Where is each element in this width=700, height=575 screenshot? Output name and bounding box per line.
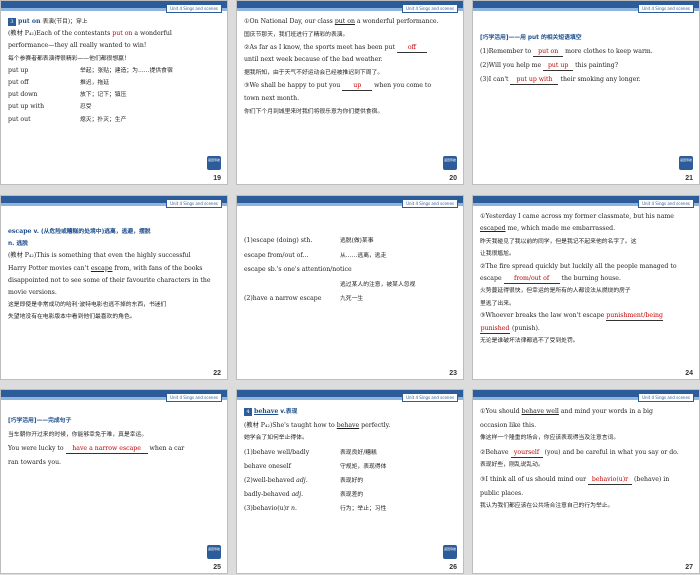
page-number: 27: [685, 564, 693, 571]
page-number: 21: [685, 175, 693, 182]
slide-content: ①You should behave well and mind your wo…: [480, 408, 679, 510]
slide-header: Unit 4 Sings and scenes: [237, 196, 463, 208]
slide-22[interactable]: Unit 4 Sings and scenes escape v. (从危险或糟…: [0, 195, 228, 380]
unit-tag: Unit 4 Sings and scenes: [638, 393, 694, 402]
slide-content: (1)escape (doing) sth. 逃脱(做)某事 escape fro…: [244, 237, 416, 302]
return-nav-button[interactable]: 返回导航: [207, 156, 221, 170]
unit-tag: Unit 4 Sings and scenes: [166, 4, 222, 13]
slide-content: ①On National Day, our class put on a won…: [244, 18, 439, 115]
slide-header: Unit 4 Sings and scenes: [1, 1, 227, 13]
slide-header: Unit 4 Sings and scenes: [473, 390, 699, 402]
slide-header: Unit 4 Sings and scenes: [237, 390, 463, 402]
answer-blank: up: [342, 81, 373, 91]
return-nav-button[interactable]: 返回导航: [443, 545, 457, 559]
slide-header: Unit 4 Sings and scenes: [473, 1, 699, 13]
unit-tag: Unit 4 Sings and scenes: [638, 4, 694, 13]
slide-content: [巧学活用]——完成句子 当车朝你开过来的时候，你能够幸免于难，真是幸运。 Yo…: [8, 418, 185, 466]
page-number: 22: [213, 370, 221, 377]
slide-content: 3 put on 表演(节目)；穿上 (教材 P₄₂)Each of the co…: [8, 18, 173, 123]
slide-header: Unit 4 Sings and scenes: [1, 196, 227, 208]
unit-tag: Unit 4 Sings and scenes: [402, 4, 458, 13]
return-nav-button[interactable]: 返回导航: [679, 156, 693, 170]
section-badge: 3: [8, 18, 16, 26]
slide-25[interactable]: Unit 4 Sings and scenes [巧学活用]——完成句子 当车朝…: [0, 389, 228, 574]
slide-24[interactable]: Unit 4 Sings and scenes ①Yesterday I cam…: [472, 195, 700, 380]
return-nav-button[interactable]: 返回导航: [443, 156, 457, 170]
return-nav-button[interactable]: 返回导航: [207, 545, 221, 559]
answer-blank: off: [396, 43, 427, 53]
slide-26[interactable]: Unit 4 Sings and scenes 4 behave v.表现 (教材…: [236, 389, 464, 574]
slide-content: [巧学活用]——用 put 的相关短语填空 (1)Remember to put…: [480, 35, 653, 85]
unit-tag: Unit 4 Sings and scenes: [402, 393, 458, 402]
keyword: put on: [18, 18, 41, 25]
slide-27[interactable]: Unit 4 Sings and scenes ①You should beha…: [472, 389, 700, 574]
slide-21[interactable]: Unit 4 Sings and scenes [巧学活用]——用 put 的相…: [472, 0, 700, 185]
slide-23[interactable]: Unit 4 Sings and scenes (1)escape (doing…: [236, 195, 464, 380]
slide-header: Unit 4 Sings and scenes: [1, 390, 227, 402]
slide-20[interactable]: Unit 4 Sings and scenes ①On National Day…: [236, 0, 464, 185]
slide-19[interactable]: Unit 4 Sings and scenes 3 put on 表演(节目)；穿…: [0, 0, 228, 185]
slide-content: escape v. (从危险或糟糕的处境中)逃离，逃避，摆脱 n. 逃脱 (教材…: [8, 228, 211, 321]
slide-header: Unit 4 Sings and scenes: [473, 196, 699, 208]
unit-tag: Unit 4 Sings and scenes: [166, 393, 222, 402]
page-number: 19: [213, 175, 221, 182]
unit-tag: Unit 4 Sings and scenes: [402, 199, 458, 208]
unit-tag: Unit 4 Sings and scenes: [166, 199, 222, 208]
page-number: 23: [449, 370, 457, 377]
slide-content: 4 behave v.表现 (教材 P₄₂)She's taught how to…: [244, 408, 391, 513]
slide-content: ①Yesterday I came across my former class…: [480, 213, 677, 345]
unit-tag: Unit 4 Sings and scenes: [638, 199, 694, 208]
page-number: 24: [685, 370, 693, 377]
page-number: 20: [449, 175, 457, 182]
page-number: 26: [449, 564, 457, 571]
page-number: 25: [213, 564, 221, 571]
slide-header: Unit 4 Sings and scenes: [237, 1, 463, 13]
